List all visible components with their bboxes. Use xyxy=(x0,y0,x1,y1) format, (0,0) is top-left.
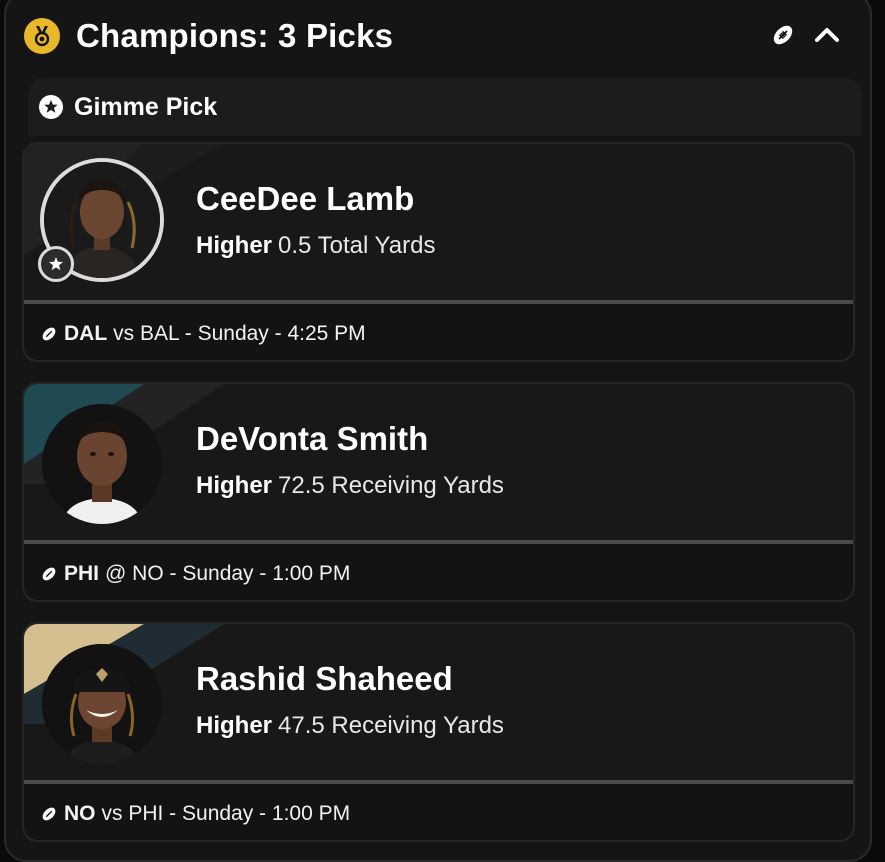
gimme-pick-header: Gimme Pick xyxy=(28,78,862,136)
matchup-text: vs BAL - Sunday - 4:25 PM xyxy=(113,322,366,345)
section-title: Gimme Pick xyxy=(74,92,218,121)
football-icon xyxy=(42,327,56,341)
player-name: DeVonta Smith xyxy=(196,420,429,457)
panel-header[interactable]: Champions: 3 Picks xyxy=(24,14,864,58)
player-name: Rashid Shaheed xyxy=(196,660,453,697)
pick-direction: Higher xyxy=(196,472,273,499)
pick-card[interactable]: DeVonta Smith Higher 72.5 Receiving Yards… xyxy=(22,382,855,602)
team-abbr: PHI xyxy=(64,562,100,585)
matchup-text: @ NO - Sunday - 1:00 PM xyxy=(105,562,351,585)
pick-card[interactable]: CeeDee Lamb Higher 0.5 Total Yards DAL vs… xyxy=(22,142,855,362)
chevron-up-icon[interactable] xyxy=(812,20,842,50)
football-icon xyxy=(42,567,56,581)
pick-direction: Higher xyxy=(196,232,273,259)
pick-line: Higher 72.5 Receiving Yards xyxy=(196,472,504,500)
game-info: NO vs PHI - Sunday - 1:00 PM xyxy=(24,784,853,840)
pick-stat: 72.5 Receiving Yards xyxy=(278,472,504,499)
pick-stat: 0.5 Total Yards xyxy=(278,232,436,259)
pick-stat: 47.5 Receiving Yards xyxy=(278,712,504,739)
star-badge-icon xyxy=(38,246,74,282)
pick-direction: Higher xyxy=(196,712,273,739)
team-abbr: NO xyxy=(64,802,96,825)
football-icon xyxy=(42,807,56,821)
avatar xyxy=(42,644,162,764)
avatar xyxy=(42,404,162,524)
pick-line: Higher 47.5 Receiving Yards xyxy=(196,712,504,740)
pick-card[interactable]: Rashid Shaheed Higher 47.5 Receiving Yard… xyxy=(22,622,855,842)
medal-icon xyxy=(24,18,60,54)
football-icon[interactable] xyxy=(770,22,796,48)
team-abbr: DAL xyxy=(64,322,108,345)
player-name: CeeDee Lamb xyxy=(196,180,415,217)
game-info: PHI @ NO - Sunday - 1:00 PM xyxy=(24,544,853,600)
panel-title: Champions: 3 Picks xyxy=(76,17,394,54)
matchup-text: vs PHI - Sunday - 1:00 PM xyxy=(101,802,351,825)
star-circle-icon xyxy=(39,95,63,119)
pick-line: Higher 0.5 Total Yards xyxy=(196,232,435,260)
game-info: DAL vs BAL - Sunday - 4:25 PM xyxy=(24,304,853,360)
